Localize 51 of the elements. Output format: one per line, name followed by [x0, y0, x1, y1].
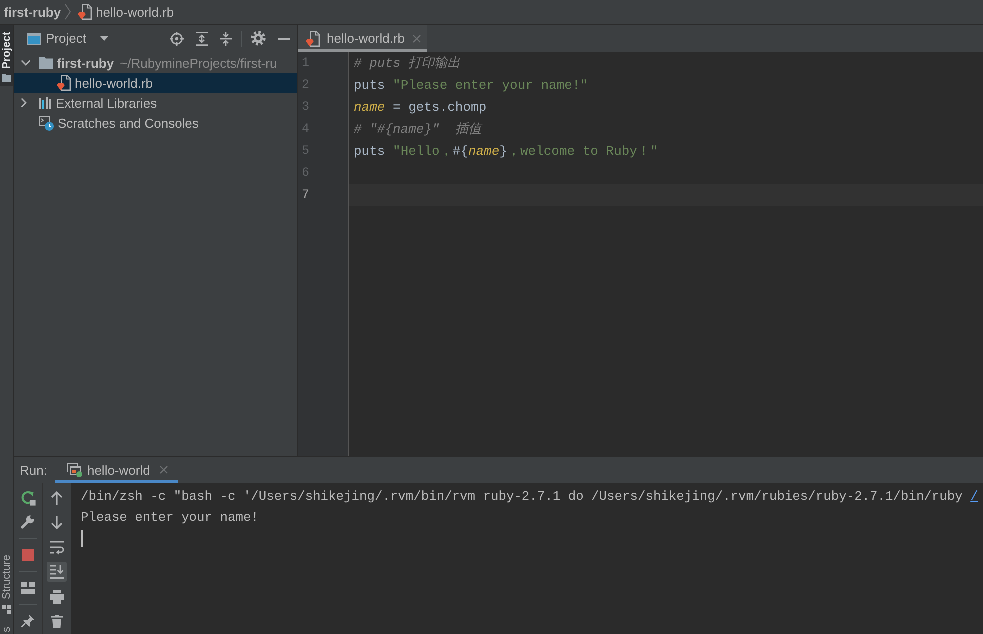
folder-icon [2, 74, 11, 82]
code-line: # "#{name}" 插值 [354, 121, 482, 138]
library-icon [39, 97, 52, 109]
printer-icon[interactable] [50, 590, 64, 604]
tool-window-tab[interactable]: Project [0, 25, 13, 86]
pin-icon[interactable] [21, 614, 35, 628]
separator-chevron-icon [65, 4, 72, 20]
line-number: 7 [301, 187, 311, 204]
caret-icon[interactable] [100, 36, 110, 41]
code-line: puts "Hello，#{name}，welcome to Ruby！" [354, 143, 658, 160]
settings-icon[interactable] [251, 31, 266, 46]
tool-window-tab[interactable]: s [0, 618, 13, 634]
tree-item[interactable]: first-ruby ~/RubymineProjects/first-ru [14, 53, 297, 73]
console-clock-icon [39, 116, 54, 130]
gem-file-icon [306, 30, 320, 46]
console-window-icon [67, 462, 84, 478]
tool-window-tab[interactable]: Structure [0, 548, 13, 618]
crosshair-icon[interactable] [170, 32, 184, 46]
collapse-all-icon[interactable] [220, 32, 232, 46]
code-line: name = gets.chomp [354, 100, 487, 114]
console-text: /bin/zsh -c "bash -c '/Users/shikejing/.rvm/bin/rvm ruby-2.7.1 do /Users/shikejing/.rvm/rubies/ruby-2.7.1/bin/ruby [81, 489, 963, 504]
folder-icon [39, 57, 53, 69]
rerun-icon[interactable] [20, 490, 36, 506]
minus-icon[interactable] [278, 38, 290, 40]
down-arrow-icon[interactable] [51, 516, 63, 530]
chevron-down-icon[interactable] [21, 60, 31, 66]
up-arrow-icon[interactable] [51, 491, 63, 506]
trash-icon[interactable] [51, 615, 63, 628]
window-icon [27, 32, 41, 44]
scroll-to-end-icon[interactable] [47, 562, 67, 582]
breadcrumb[interactable]: first-ruby [4, 4, 62, 20]
panel-title: Project [46, 31, 86, 46]
expand-all-icon[interactable] [196, 32, 208, 46]
tree-item[interactable]: hello-world.rb [14, 73, 297, 93]
gem-file-icon [78, 4, 92, 20]
code-line: # puts 打印输出 [354, 55, 461, 72]
text-cursor [81, 530, 82, 547]
console-text: Please enter your name! [81, 510, 259, 525]
soft-wrap-icon[interactable] [50, 540, 64, 555]
structure-icon [2, 604, 11, 614]
code-line: puts "Please enter your name!" [354, 78, 588, 92]
editor-tab[interactable]: hello-world.rb [298, 25, 428, 52]
chevron-right-icon[interactable] [21, 98, 27, 108]
tree-item[interactable]: Scratches and Consoles [14, 113, 297, 133]
wrench-icon[interactable] [21, 515, 35, 529]
breadcrumb[interactable]: hello-world.rb [78, 4, 174, 20]
tree-item[interactable]: External Libraries [14, 93, 297, 113]
layout-icon[interactable] [21, 582, 35, 594]
panel-title: Run: [20, 462, 48, 478]
gem-file-icon [57, 75, 71, 91]
console-link[interactable]: / [970, 489, 978, 504]
